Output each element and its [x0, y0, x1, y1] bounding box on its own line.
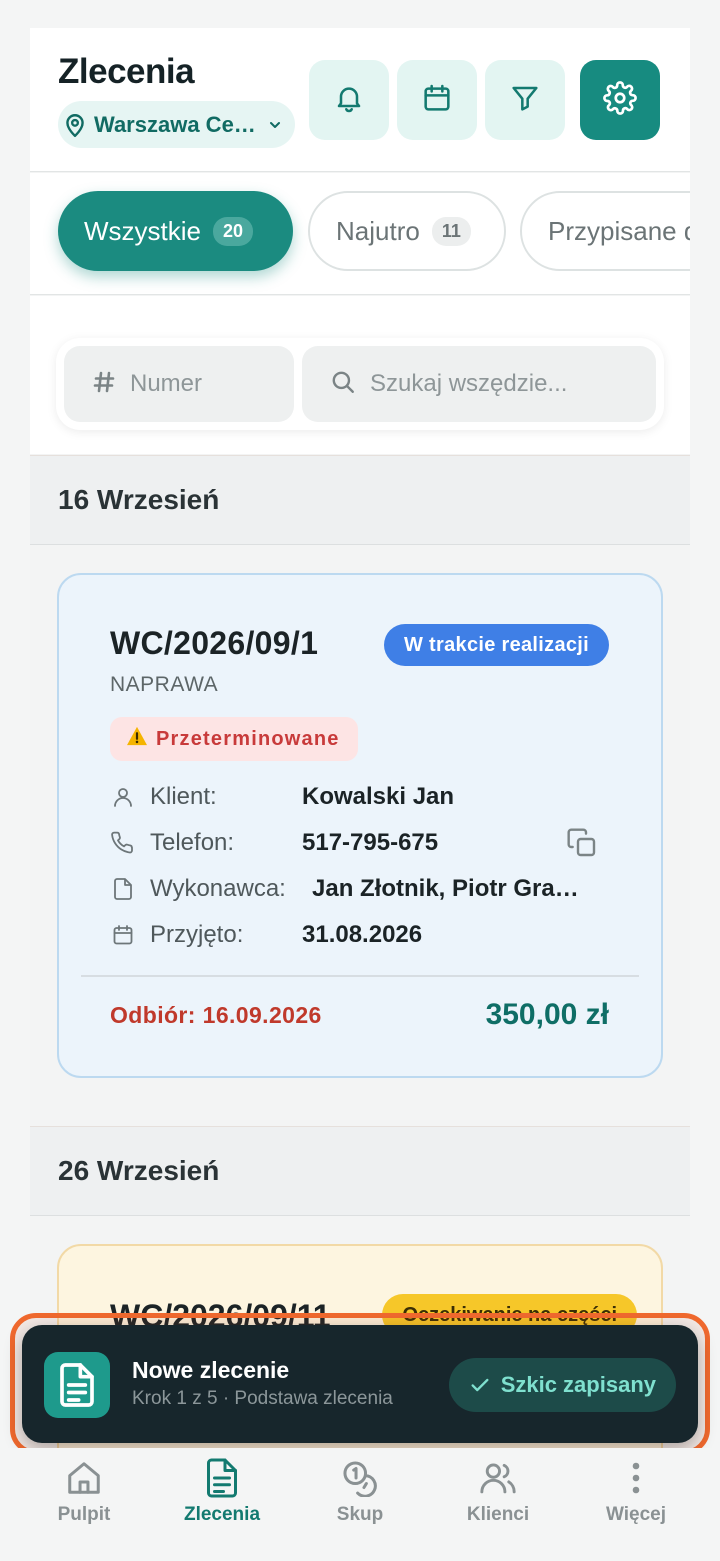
nav-item-buyback[interactable]: Skup: [290, 1456, 430, 1546]
phone-icon: [110, 830, 136, 856]
field-label: Klient:: [150, 783, 217, 810]
users-icon: [478, 1456, 518, 1500]
filter-button[interactable]: [485, 60, 565, 140]
contractor-names: Jan Złotnik, Piotr Gra…: [312, 875, 579, 902]
draft-subtitle: Krok 1 z 5 · Podstawa zlecenia: [132, 1388, 393, 1409]
tab-tomorrow[interactable]: Najutro 11: [308, 191, 506, 271]
search-placeholder: Szukaj wszędzie...: [370, 370, 568, 397]
user-icon: [110, 784, 136, 810]
draft-toast[interactable]: Nowe zlecenie Krok 1 z 5 · Podstawa zlec…: [22, 1325, 698, 1443]
phone-number: 517-795-675: [302, 829, 439, 856]
tab-count-badge: 20: [213, 216, 254, 246]
draft-title: Nowe zlecenie: [132, 1357, 290, 1383]
header: Zlecenia Warszawa Ce…: [30, 28, 690, 172]
location-label: Warszawa Ce…: [94, 111, 254, 137]
accepted-date: 31.08.2026: [302, 921, 423, 948]
phone-row: Telefon: 517-795-675: [110, 823, 610, 863]
coins-icon: [340, 1456, 380, 1500]
copy-phone-button[interactable]: [565, 827, 599, 864]
overdue-label: Przeterminowane: [156, 727, 340, 750]
document-icon: [202, 1456, 242, 1500]
nav-label: Więcej: [605, 1504, 667, 1525]
tab-count-badge: 11: [431, 216, 471, 246]
order-card[interactable]: WC/2026/09/1 W trakcie realizacji NAPRAW…: [57, 573, 663, 1078]
field-label: Telefon:: [150, 829, 235, 856]
search-input[interactable]: Szukaj wszędzie...: [302, 346, 656, 422]
order-price: 350,00 zł: [485, 998, 609, 1031]
client-row: Klient: Kowalski Jan: [110, 777, 610, 817]
search-card: Numer Szukaj wszędzie...: [56, 338, 664, 430]
order-number: WC/2026/09/1: [110, 625, 319, 661]
date-section-header: 16 Wrzesień: [30, 455, 690, 545]
order-number-placeholder: Numer: [130, 370, 203, 397]
filter-tabs: Wszystkie 20 Najutro 11 Przypisane d: [30, 173, 690, 295]
warning-icon: [126, 726, 148, 752]
nav-label: Zlecenia: [183, 1504, 261, 1525]
calendar-button[interactable]: [397, 60, 477, 140]
nav-label: Skup: [336, 1504, 384, 1525]
map-pin-icon: [60, 110, 90, 140]
search-icon: [330, 369, 356, 400]
more-vertical-icon: [616, 1456, 656, 1500]
notifications-button[interactable]: [309, 60, 389, 140]
nav-item-more[interactable]: Więcej: [566, 1456, 706, 1546]
nav-label: Pulpit: [57, 1504, 111, 1525]
file-icon: [110, 876, 136, 902]
contractor-row: Wykonawca: Jan Złotnik, Piotr Gra…: [110, 869, 610, 909]
tab-label: Wszystkie: [84, 215, 201, 246]
hash-icon: [92, 370, 116, 399]
tab-label: Przypisane d: [548, 215, 690, 246]
gear-icon: [603, 80, 637, 120]
status-badge: W trakcie realizacji: [384, 624, 609, 666]
settings-button[interactable]: [580, 60, 660, 140]
calendar-icon: [110, 922, 136, 948]
calendar-icon: [421, 82, 453, 119]
draft-saved-button[interactable]: Szkic zapisany: [448, 1358, 676, 1412]
tab-assigned[interactable]: Przypisane d: [520, 191, 690, 271]
tab-label: Najutro: [336, 215, 420, 246]
document-icon: [44, 1352, 110, 1418]
copy-icon: [566, 827, 598, 864]
nav-item-dashboard[interactable]: Pulpit: [14, 1456, 154, 1546]
location-selector[interactable]: Warszawa Ce…: [58, 101, 295, 148]
chevron-down-icon: [265, 115, 285, 135]
client-name: Kowalski Jan: [302, 783, 455, 810]
nav-item-clients[interactable]: Klienci: [428, 1456, 568, 1546]
order-number-input[interactable]: Numer: [64, 346, 294, 422]
date-section-header: 26 Wrzesień: [30, 1126, 690, 1216]
card-divider: [81, 975, 639, 977]
overdue-badge: Przeterminowane: [110, 717, 358, 761]
search-area: Numer Szukaj wszędzie...: [30, 296, 690, 454]
bottom-navigation: Pulpit Zlecenia Skup Klienci Więcej: [0, 1448, 720, 1561]
order-type: NAPRAWA: [110, 673, 219, 696]
field-label: Przyjęto:: [150, 921, 244, 948]
draft-saved-label: Szkic zapisany: [500, 1372, 656, 1397]
nav-item-orders[interactable]: Zlecenia: [152, 1456, 292, 1546]
check-icon: [469, 1374, 491, 1396]
pickup-date: Odbiór: 16.09.2026: [110, 1002, 322, 1028]
home-icon: [64, 1456, 104, 1500]
tab-all[interactable]: Wszystkie 20: [58, 191, 293, 271]
app-frame: Zlecenia Warszawa Ce… Wszystkie 20 Najut…: [30, 28, 690, 1448]
field-label: Wykonawca:: [150, 875, 286, 902]
bell-icon: [333, 82, 365, 119]
accepted-date-row: Przyjęto: 31.08.2026: [110, 915, 610, 955]
filter-icon: [509, 82, 541, 119]
page-title: Zlecenia: [58, 52, 195, 91]
nav-label: Klienci: [466, 1504, 530, 1525]
